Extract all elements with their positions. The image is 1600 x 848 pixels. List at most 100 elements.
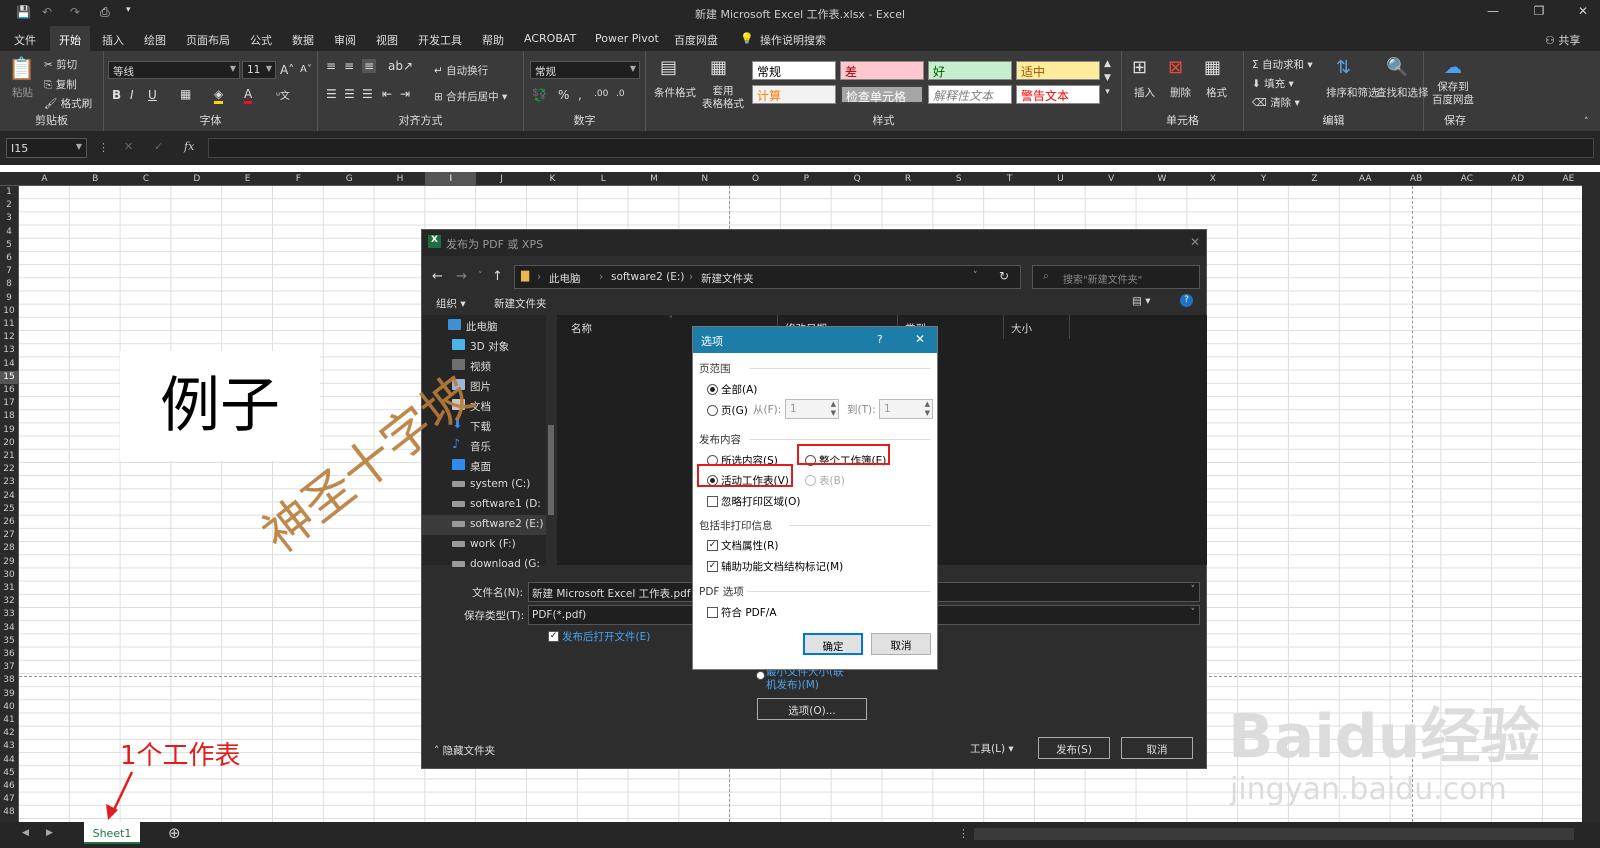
table-format-icon[interactable]: ▦ <box>710 57 727 78</box>
clear-button[interactable]: ⌫ 清除 ▾ <box>1252 95 1300 110</box>
new-folder-button[interactable]: 新建文件夹 <box>494 296 547 311</box>
tab-file[interactable]: 文件 <box>14 32 36 48</box>
doc-properties-label[interactable]: 文档属性(R) <box>721 538 779 553</box>
breadcrumb-drive[interactable]: software2 (E:) <box>611 271 684 283</box>
cancel-button[interactable]: 取消 <box>871 633 931 655</box>
delete-cells-label[interactable]: 删除 <box>1170 85 1191 100</box>
number-format-select[interactable]: 常规 ▼ <box>530 61 640 79</box>
nav-3d-objects[interactable]: 3D 对象 <box>470 339 509 354</box>
italic-icon[interactable]: I <box>130 88 134 102</box>
row-header[interactable]: 11 <box>0 318 18 331</box>
column-header[interactable]: A <box>19 172 70 186</box>
column-header[interactable]: Q <box>832 172 883 186</box>
spin-arrows-icon[interactable]: ▲ ▼ <box>925 400 930 418</box>
all-pages-label[interactable]: 全部(A) <box>721 382 757 397</box>
column-header[interactable]: C <box>121 172 172 186</box>
column-header[interactable]: L <box>578 172 629 186</box>
horizontal-scrollbar[interactable] <box>974 828 1574 840</box>
tab-formulas[interactable]: 公式 <box>250 32 272 48</box>
hide-folders-button[interactable]: ˄ 隐藏文件夹 <box>434 743 495 758</box>
share-button[interactable]: ⚇ 共享 <box>1545 32 1580 48</box>
ignore-print-areas-label[interactable]: 忽略打印区域(O) <box>721 494 800 509</box>
row-header[interactable]: 25 <box>0 503 18 516</box>
cancel-button[interactable]: 取消 <box>1121 737 1193 759</box>
row-header[interactable]: 30 <box>0 569 18 582</box>
font-name-select[interactable]: 等线 ▼ <box>108 61 240 79</box>
tab-power-pivot[interactable]: Power Pivot <box>595 32 659 45</box>
align-right-icon[interactable]: ☰ <box>362 87 373 101</box>
chevron-down-icon[interactable]: ˅ <box>973 271 978 281</box>
format-cells-icon[interactable]: ▦ <box>1204 57 1221 78</box>
cut-button[interactable]: ✂ 剪切 <box>44 57 77 72</box>
underline-icon[interactable]: U <box>148 88 157 102</box>
tab-data[interactable]: 数据 <box>292 32 314 48</box>
publish-button[interactable]: 发布(S) <box>1038 737 1110 759</box>
column-header[interactable]: F <box>273 172 324 186</box>
row-header[interactable]: 14 <box>0 358 18 371</box>
merge-center-button[interactable]: ⊞ 合并后居中 ▾ <box>434 89 507 104</box>
comma-icon[interactable]: , <box>578 88 582 102</box>
increase-indent-icon[interactable]: ⇥ <box>400 87 410 101</box>
nav-this-pc[interactable]: 此电脑 <box>466 319 498 334</box>
row-header[interactable]: 27 <box>0 529 18 542</box>
styles-scroll-icon[interactable]: ▲ ▼ ▾ <box>1104 57 1111 99</box>
delete-cells-icon[interactable]: ⊠ <box>1168 57 1183 78</box>
column-header[interactable]: O <box>730 172 781 186</box>
forward-icon[interactable]: → <box>456 269 467 284</box>
row-header[interactable]: 33 <box>0 608 18 621</box>
tab-developer[interactable]: 开发工具 <box>418 32 462 48</box>
doc-properties-checkbox[interactable]: ✓ <box>707 540 718 551</box>
back-icon[interactable]: ← <box>432 269 443 284</box>
row-header[interactable]: 47 <box>0 793 18 806</box>
column-header[interactable]: X <box>1187 172 1238 186</box>
address-bar[interactable]: ▇ › 此电脑 › software2 (E:) › 新建文件夹 ˅ ↻ <box>514 265 1021 289</box>
tab-view[interactable]: 视图 <box>376 32 398 48</box>
row-header[interactable]: 9 <box>0 292 18 305</box>
sort-filter-label[interactable]: 排序和筛选 <box>1326 85 1379 100</box>
row-header[interactable]: 1 <box>0 186 18 199</box>
font-color-icon[interactable]: A <box>244 87 253 104</box>
column-header[interactable]: H <box>375 172 426 186</box>
close-icon[interactable]: ✕ <box>915 332 925 346</box>
column-header[interactable]: V <box>1086 172 1137 186</box>
open-after-label[interactable]: 发布后打开文件(E) <box>562 629 650 644</box>
row-header[interactable]: 7 <box>0 265 18 278</box>
column-header[interactable]: AD <box>1492 172 1543 186</box>
ignore-print-areas-checkbox[interactable] <box>707 496 718 507</box>
accessibility-tags-label[interactable]: 辅助功能文档结构标记(M) <box>721 559 843 574</box>
row-header[interactable]: 31 <box>0 582 18 595</box>
find-select-icon[interactable]: 🔍 <box>1386 57 1408 78</box>
collapse-ribbon-icon[interactable]: ˄ <box>1584 117 1589 127</box>
font-size-select[interactable]: 11 ▼ <box>242 61 276 79</box>
formula-input[interactable] <box>208 138 1594 158</box>
row-header[interactable]: 44 <box>0 754 18 767</box>
column-header[interactable]: AA <box>1340 172 1391 186</box>
column-header[interactable]: G <box>324 172 375 186</box>
fill-button[interactable]: ⬇ 填充 ▾ <box>1252 76 1294 91</box>
add-sheet-icon[interactable]: ⊕ <box>168 824 181 842</box>
row-header[interactable]: 46 <box>0 780 18 793</box>
align-bottom-icon[interactable]: ≡ <box>362 59 377 73</box>
column-header[interactable]: AB <box>1391 172 1442 186</box>
fill-color-icon[interactable]: ◈ <box>214 87 224 104</box>
column-header[interactable]: T <box>984 172 1035 186</box>
nav-drive-c[interactable]: system (C:) <box>470 478 530 490</box>
help-icon[interactable]: ? <box>877 333 883 346</box>
border-icon[interactable]: ▦ <box>180 87 191 101</box>
nav-music[interactable]: 音乐 <box>470 439 491 454</box>
nav-drive-d[interactable]: software1 (D: <box>470 498 541 510</box>
tab-help[interactable]: 帮助 <box>482 32 504 48</box>
column-header[interactable]: R <box>883 172 934 186</box>
page-range-radio[interactable] <box>707 405 718 416</box>
tools-button[interactable]: 工具(L) ▾ <box>970 741 1014 756</box>
breadcrumb-this-pc[interactable]: 此电脑 <box>549 271 581 286</box>
percent-icon[interactable]: % <box>558 88 569 102</box>
organize-button[interactable]: 组织 ▾ <box>436 296 466 311</box>
row-header[interactable]: 28 <box>0 542 18 555</box>
breadcrumb-folder[interactable]: 新建文件夹 <box>701 271 754 286</box>
row-header[interactable]: 18 <box>0 410 18 423</box>
nav-videos[interactable]: 视频 <box>470 359 491 374</box>
row-header[interactable]: 26 <box>0 516 18 529</box>
column-header[interactable]: K <box>527 172 578 186</box>
column-name[interactable]: 名称 <box>571 321 592 336</box>
